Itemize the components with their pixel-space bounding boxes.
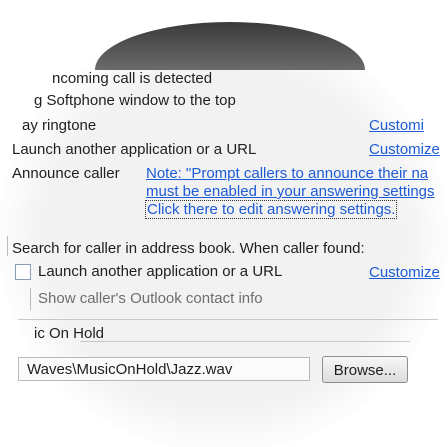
announce-note-line-2[interactable]: must be enabled in your answering settin… (146, 183, 435, 200)
announce-note-line-1[interactable]: Note: "Prompt callers to announce their … (146, 165, 428, 182)
customize-ringtone-link[interactable]: Customi (369, 117, 424, 134)
show-outlook-contact-option[interactable]: Show caller's Outlook contact info (38, 290, 263, 307)
screenshot-stage: ncoming call is detected g Softphone win… (0, 0, 448, 447)
disabled-checkbox-edge (30, 288, 31, 310)
launch-application-found-option[interactable]: Launch another application or a URL (38, 263, 282, 280)
group-box-top-border (80, 341, 410, 342)
incoming-call-label: ncoming call is detected (52, 70, 213, 87)
announce-caller-option[interactable]: Announce caller (12, 165, 120, 182)
music-on-hold-group-label: ic On Hold (34, 325, 105, 342)
window-title-bar (95, 22, 365, 70)
music-file-path-input[interactable]: Waves\MusicOnHold\Jazz.wav (18, 357, 310, 381)
play-ringtone-option[interactable]: ay ringtone (22, 117, 96, 134)
bring-softphone-to-top-option[interactable]: g Softphone window to the top (34, 92, 236, 109)
customize-found-launch-link[interactable]: Customize (369, 264, 440, 281)
search-address-book-option[interactable]: Search for caller in address book. When … (12, 240, 365, 257)
customize-launch-link[interactable]: Customize (369, 141, 440, 158)
launch-application-checkbox[interactable] (15, 264, 31, 280)
separator (18, 319, 438, 320)
group-border (7, 236, 8, 256)
launch-application-option[interactable]: Launch another application or a URL (12, 141, 256, 158)
browse-button[interactable]: Browse... (322, 356, 408, 383)
edit-answering-settings-link[interactable]: Click there to edit answering settings. (145, 200, 398, 219)
